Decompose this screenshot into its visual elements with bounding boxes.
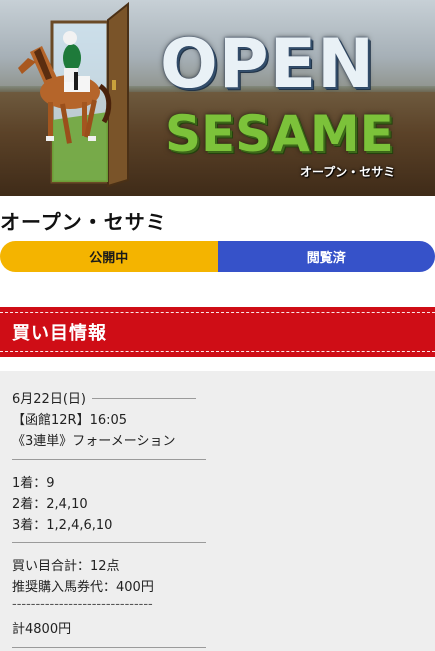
bet-info-panel: 6月22日(日) 【函館12R】16:05 《3連単》フォーメーション 1着：9… — [0, 371, 435, 651]
divider-2 — [12, 542, 206, 543]
race-date: 6月22日(日) — [12, 392, 86, 407]
section-header-bet-info: 買い目情報 — [0, 307, 435, 357]
date-divider — [92, 398, 196, 399]
divider-1 — [12, 459, 206, 460]
race-info: 【函館12R】16:05 — [12, 413, 128, 428]
third-place: 3着：1,2,4,6,10 — [12, 518, 113, 533]
recommended-amount: 推奨購入馬券代：400円 — [12, 580, 154, 595]
hero-open-word: OPEN — [160, 25, 376, 104]
stitch-top — [0, 312, 435, 313]
section-title: 買い目情報 — [12, 323, 107, 344]
bet-type: 《3連単》フォーメーション — [12, 434, 176, 449]
second-place: 2着：2,4,10 — [12, 497, 88, 512]
stitch-bottom — [0, 351, 435, 352]
status-viewed-button[interactable]: 閲覧済 — [217, 241, 435, 272]
hero-banner: OPEN SESAME オープン・セサミ — [0, 0, 435, 196]
hero-sesame-word: SESAME — [165, 105, 394, 163]
page-title: オープン・セサミ — [0, 210, 167, 234]
total-points: 買い目合計：12点 — [12, 559, 120, 574]
total-amount: 計4800円 — [12, 622, 72, 637]
hero-subtitle: オープン・セサミ — [300, 165, 396, 179]
first-place: 1着：9 — [12, 476, 55, 491]
dash-separator: ------------------------------ — [12, 597, 153, 612]
status-bar: 公開中 閲覧済 — [0, 241, 435, 272]
status-open-button[interactable]: 公開中 — [0, 241, 218, 272]
divider-3 — [12, 647, 206, 648]
